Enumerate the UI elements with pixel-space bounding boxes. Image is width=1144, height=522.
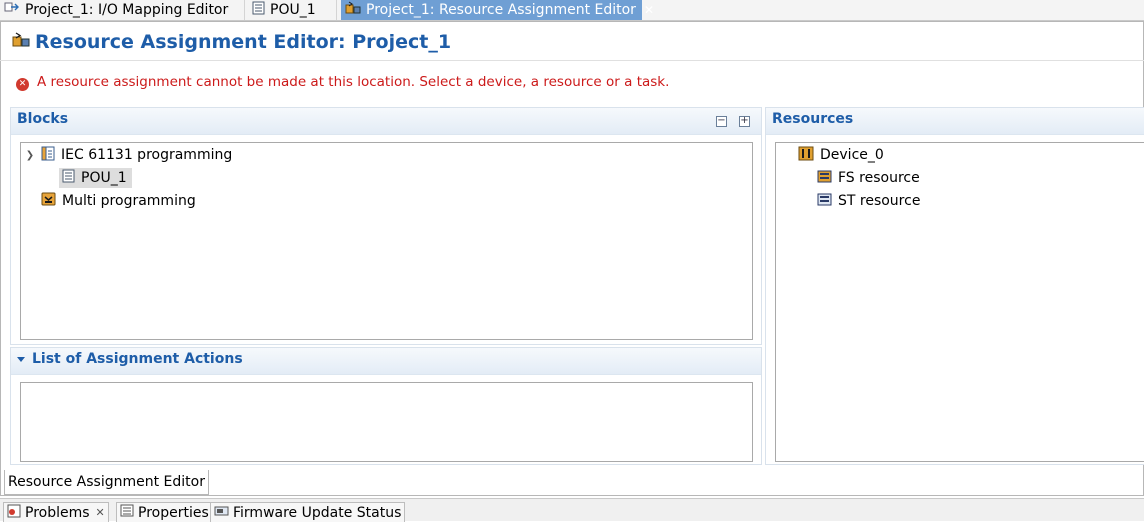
section-header: Blocks − + [11, 108, 761, 135]
firmware-update-icon [214, 505, 229, 521]
collapse-triangle-icon[interactable] [17, 357, 25, 362]
tree-item-label: FS resource [838, 170, 920, 186]
close-icon[interactable]: ✕ [644, 3, 654, 17]
error-icon: ✕ [16, 78, 29, 91]
tree-item-label: Multi programming [62, 193, 196, 209]
tree-item-pou-1[interactable]: POU_1 [59, 168, 132, 188]
editor-page-tab-label: Resource Assignment Editor [8, 474, 205, 490]
tree-item-fs-resource[interactable]: FS resource [817, 168, 920, 188]
resources-section: Resources Device_0 FS resource ST resour… [765, 107, 1144, 465]
iec-programming-icon [41, 146, 55, 165]
pou-icon [252, 1, 265, 19]
resource-assignment-icon [12, 31, 30, 53]
tree-item-st-resource[interactable]: ST resource [817, 191, 920, 211]
tree-item-label: POU_1 [81, 170, 127, 186]
device-icon [798, 146, 814, 165]
pou-icon [62, 169, 75, 187]
multi-programming-icon [41, 192, 56, 210]
io-mapping-icon [4, 1, 20, 19]
tab-resource-assignment-editor[interactable]: Project_1: Resource Assignment Editor ✕ [341, 0, 654, 20]
tab-pou-1[interactable]: POU_1 [252, 0, 337, 20]
editor-page-tab[interactable]: Resource Assignment Editor [4, 470, 209, 495]
tree-item-label: IEC 61131 programming [61, 147, 233, 163]
blocks-title: Blocks [17, 111, 69, 127]
assignment-actions-title: List of Assignment Actions [32, 351, 243, 367]
divider [0, 60, 1144, 61]
section-header[interactable]: List of Assignment Actions [11, 348, 761, 375]
tree-item-iec-61131[interactable]: ❯ IEC 61131 programming [25, 145, 232, 165]
blocks-section: Blocks − + ❯ IEC 61131 programming POU_1… [10, 107, 762, 345]
tree-item-label: ST resource [838, 193, 921, 209]
editor-title: Resource Assignment Editor: Project_1 [35, 31, 452, 53]
tab-label: Properties [138, 504, 209, 521]
resources-tree[interactable]: Device_0 FS resource ST resource [775, 142, 1144, 462]
section-header: Resources [766, 108, 1144, 135]
tab-label: Project_1: Resource Assignment Editor [366, 2, 636, 18]
blocks-tree[interactable]: ❯ IEC 61131 programming POU_1 Multi prog… [20, 142, 753, 340]
editor-tab-bar: Project_1: I/O Mapping Editor POU_1 Proj… [0, 0, 1144, 21]
view-tab-bar: Problems ✕ Properties Firmware Update St… [0, 498, 1144, 522]
tab-io-mapping-editor[interactable]: Project_1: I/O Mapping Editor [4, 0, 245, 20]
tree-item-multi-programming[interactable]: Multi programming [41, 191, 196, 211]
expand-all-icon[interactable]: + [739, 116, 750, 127]
chevron-down-icon[interactable]: ❯ [25, 150, 35, 161]
assignment-actions-section: List of Assignment Actions [10, 347, 762, 465]
fs-resource-icon [817, 169, 832, 187]
assignment-actions-list[interactable] [20, 382, 753, 462]
tree-item-device-0[interactable]: Device_0 [798, 145, 884, 165]
error-message: A resource assignment cannot be made at … [37, 74, 670, 90]
problems-icon [7, 504, 21, 522]
tab-label: POU_1 [270, 2, 316, 18]
st-resource-icon [817, 192, 832, 210]
resource-assignment-icon [345, 1, 361, 19]
tab-firmware-update-status[interactable]: Firmware Update Status [210, 502, 406, 522]
tab-label: Project_1: I/O Mapping Editor [25, 2, 229, 18]
tab-problems[interactable]: Problems ✕ [3, 502, 109, 522]
collapse-all-icon[interactable]: − [716, 116, 727, 127]
page-title: Resource Assignment Editor: Project_1 [12, 31, 451, 53]
error-banner: ✕ A resource assignment cannot be made a… [16, 73, 669, 91]
tab-properties[interactable]: Properties [116, 502, 213, 522]
properties-icon [120, 504, 134, 521]
tab-label: Problems [25, 504, 90, 521]
close-icon[interactable]: ✕ [96, 506, 105, 519]
tree-item-label: Device_0 [820, 147, 884, 163]
tab-label: Firmware Update Status [233, 504, 402, 521]
resources-title: Resources [772, 111, 854, 127]
